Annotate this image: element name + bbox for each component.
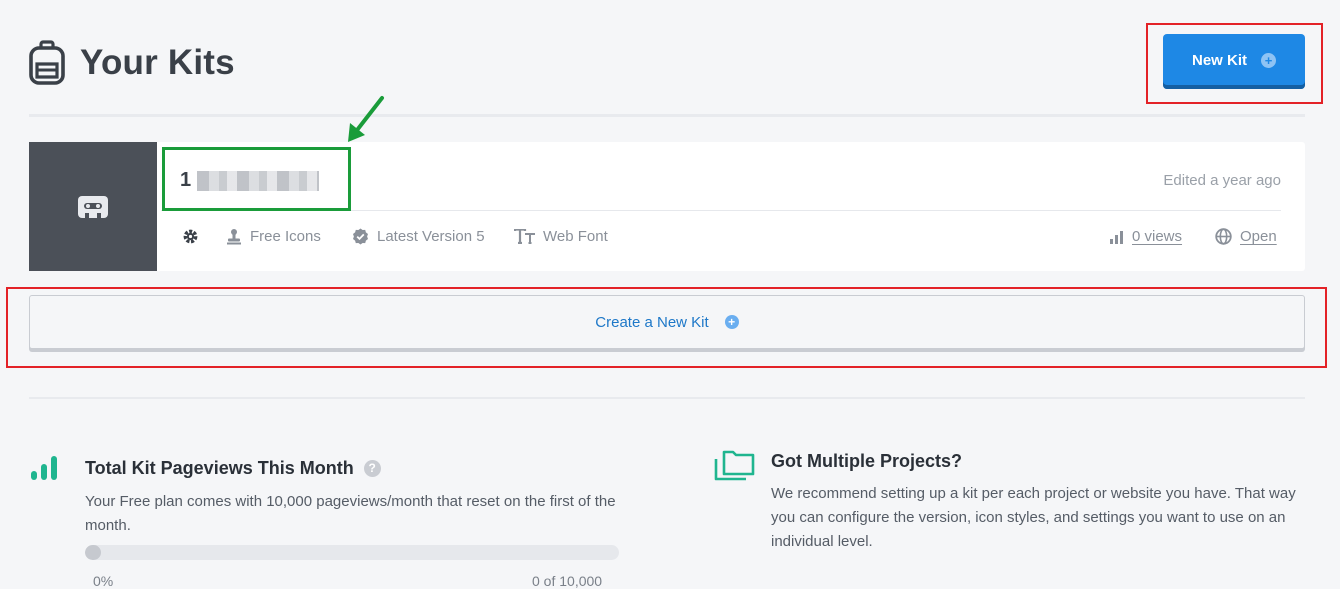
kit-version: Latest Version 5 [352, 228, 485, 245]
pageviews-progress-bar [85, 545, 619, 560]
pageviews-description: Your Free plan comes with 10,000 pagevie… [85, 493, 616, 534]
kit-thumbnail[interactable] [29, 142, 157, 271]
pageviews-progress-fill [85, 545, 102, 560]
question-circle-icon[interactable]: ? [363, 459, 381, 477]
backpack-icon [29, 40, 65, 85]
projects-description: We recommend setting up a kit per each p… [771, 485, 1296, 550]
kit-settings[interactable] [182, 228, 199, 245]
header-divider [29, 114, 1305, 117]
annotation-box-new-kit [1146, 23, 1323, 104]
kit-robot-icon [78, 195, 108, 218]
kit-plan: Free Icons [226, 228, 321, 245]
folders-icon [714, 450, 755, 481]
bar-chart-icon [1110, 230, 1123, 244]
stamp-icon [227, 229, 241, 245]
kit-plan-label: Free Icons [250, 228, 321, 245]
kit-tech-label: Web Font [543, 228, 608, 245]
globe-icon [1215, 228, 1232, 245]
pageviews-percent: 0% [93, 573, 114, 589]
annotation-arrow-icon [348, 96, 384, 142]
kit-views-link[interactable]: 0 views [1132, 228, 1182, 245]
page-header: Your Kits [28, 38, 235, 88]
kit-version-label: Latest Version 5 [377, 228, 485, 245]
kit-open[interactable]: Open [1215, 228, 1277, 245]
signal-bars-icon [31, 456, 57, 480]
kit-views[interactable]: 0 views [1109, 228, 1182, 245]
kit-edited-time: Edited a year ago [1163, 172, 1281, 189]
kit-open-link[interactable]: Open [1240, 228, 1277, 245]
gear-icon [183, 229, 198, 244]
page-title: Your Kits [80, 43, 235, 82]
annotation-box-kit-name [162, 147, 351, 211]
pageviews-title: Total Kit Pageviews This Month? [85, 458, 381, 479]
badge-check-icon [353, 228, 368, 245]
pageviews-title-text: Total Kit Pageviews This Month [85, 458, 354, 478]
pageviews-count: 0 of 10,000 [532, 573, 603, 589]
text-size-icon [514, 229, 535, 244]
annotation-box-create-kit [6, 287, 1327, 368]
section-divider [29, 397, 1305, 399]
kit-tech: Web Font [514, 228, 608, 245]
projects-title: Got Multiple Projects? [771, 451, 963, 471]
